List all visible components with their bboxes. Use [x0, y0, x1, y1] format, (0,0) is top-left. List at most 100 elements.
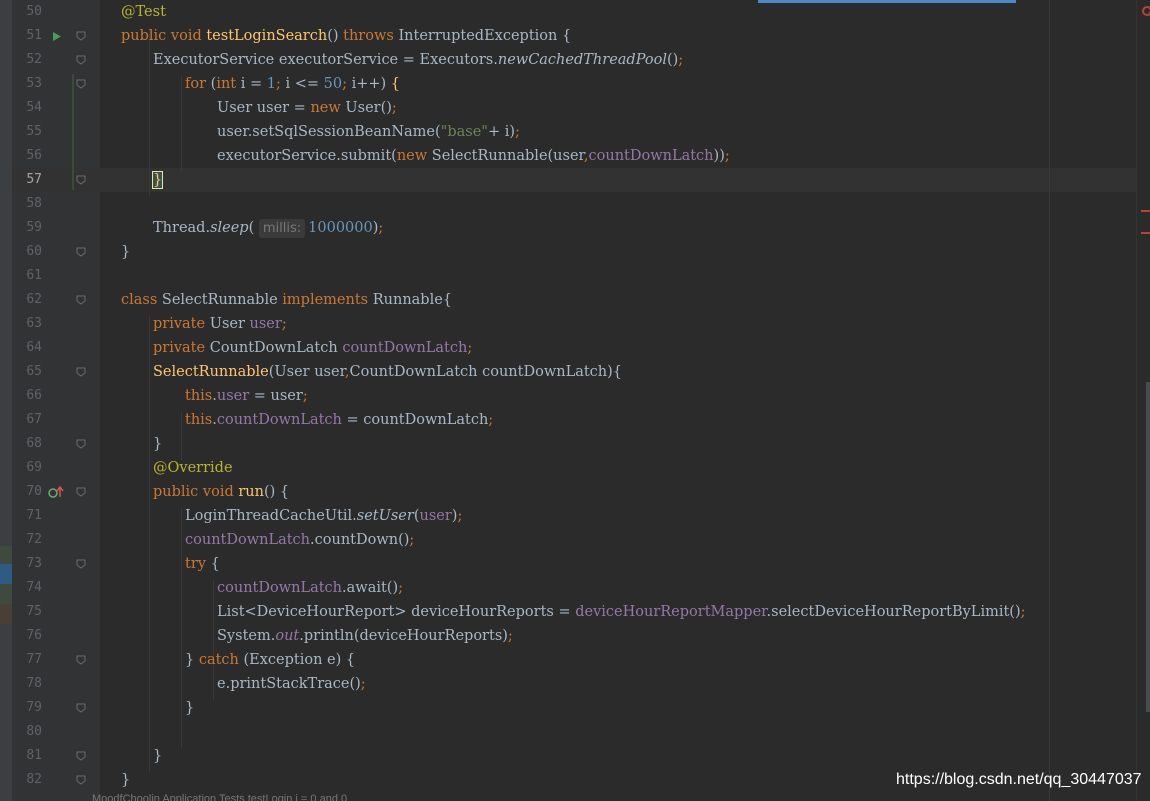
- code-line[interactable]: for (int i = 1; i <= 50; i++) {: [185, 72, 400, 96]
- code-line[interactable]: }: [185, 696, 194, 720]
- code-line[interactable]: ExecutorService executorService = Execut…: [153, 48, 683, 72]
- line-number[interactable]: 54: [12, 96, 42, 120]
- fold-marker-icon[interactable]: [76, 31, 86, 41]
- code-token: implements: [282, 292, 373, 308]
- code-line[interactable]: }: [153, 744, 162, 768]
- fold-marker-icon[interactable]: [76, 775, 86, 785]
- line-number[interactable]: 70: [12, 480, 42, 504]
- code-token: System.: [217, 628, 276, 644]
- vcs-change-marker[interactable]: [72, 74, 74, 190]
- code-line[interactable]: e.printStackTrace();: [217, 672, 366, 696]
- line-number[interactable]: 74: [12, 576, 42, 600]
- code-line[interactable]: }: [121, 240, 130, 264]
- fold-marker-icon[interactable]: [76, 703, 86, 713]
- code-token: ;: [507, 628, 513, 644]
- line-number[interactable]: 61: [12, 264, 42, 288]
- line-number[interactable]: 51: [12, 24, 42, 48]
- code-line[interactable]: @Test: [121, 0, 166, 24]
- line-number[interactable]: 67: [12, 408, 42, 432]
- line-number[interactable]: 52: [12, 48, 42, 72]
- line-number[interactable]: 56: [12, 144, 42, 168]
- code-token: int: [216, 76, 241, 92]
- line-number[interactable]: 72: [12, 528, 42, 552]
- fold-marker-icon[interactable]: [76, 559, 86, 569]
- line-number[interactable]: 78: [12, 672, 42, 696]
- fold-marker-icon[interactable]: [76, 247, 86, 257]
- line-number[interactable]: 50: [12, 0, 42, 24]
- code-line[interactable]: user.setSqlSessionBeanName("base"+ i);: [217, 120, 520, 144]
- code-line[interactable]: this.user = user;: [185, 384, 308, 408]
- line-number[interactable]: 68: [12, 432, 42, 456]
- line-number[interactable]: 82: [12, 768, 42, 792]
- code-line[interactable]: List<DeviceHourReport> deviceHourReports…: [217, 600, 1026, 624]
- line-number[interactable]: 57: [12, 168, 42, 192]
- project-panel-edge[interactable]: [0, 0, 12, 801]
- line-number[interactable]: 65: [12, 360, 42, 384]
- line-number[interactable]: 80: [12, 720, 42, 744]
- code-line[interactable]: class SelectRunnable implements Runnable…: [121, 288, 452, 312]
- line-number[interactable]: 53: [12, 72, 42, 96]
- line-number[interactable]: 69: [12, 456, 42, 480]
- code-line[interactable]: private User user;: [153, 312, 287, 336]
- run-test-icon[interactable]: [52, 30, 62, 46]
- fold-marker-icon[interactable]: [76, 175, 86, 185]
- line-number[interactable]: 59: [12, 216, 42, 240]
- line-number[interactable]: 77: [12, 648, 42, 672]
- code-token: (Exception e) {: [243, 652, 356, 668]
- project-tree-row-selected[interactable]: [0, 564, 12, 584]
- line-number[interactable]: 58: [12, 192, 42, 216]
- line-number[interactable]: 64: [12, 336, 42, 360]
- line-number[interactable]: 66: [12, 384, 42, 408]
- fold-marker-icon[interactable]: [76, 55, 86, 65]
- line-number[interactable]: 71: [12, 504, 42, 528]
- code-token: User user =: [217, 100, 311, 116]
- code-line[interactable]: public void run() {: [153, 480, 289, 504]
- line-number[interactable]: 81: [12, 744, 42, 768]
- code-token: Thread.: [153, 220, 211, 236]
- line-number[interactable]: 76: [12, 624, 42, 648]
- code-line[interactable]: countDownLatch.countDown();: [185, 528, 414, 552]
- error-stripe-marker[interactable]: [1141, 232, 1150, 234]
- fold-marker-icon[interactable]: [76, 751, 86, 761]
- code-line[interactable]: try {: [185, 552, 220, 576]
- project-tree-row[interactable]: [0, 604, 12, 624]
- implements-method-icon[interactable]: [48, 485, 64, 503]
- code-token: ;: [1020, 604, 1026, 620]
- line-number[interactable]: 60: [12, 240, 42, 264]
- code-line[interactable]: @Override: [153, 456, 233, 480]
- code-line[interactable]: SelectRunnable(User user,CountDownLatch …: [153, 360, 622, 384]
- code-line[interactable]: } catch (Exception e) {: [185, 648, 355, 672]
- line-number[interactable]: 75: [12, 600, 42, 624]
- line-number[interactable]: 55: [12, 120, 42, 144]
- code-line[interactable]: }: [151, 168, 164, 192]
- code-token: out: [275, 628, 300, 644]
- line-number[interactable]: 62: [12, 288, 42, 312]
- fold-marker-icon[interactable]: [76, 295, 86, 305]
- code-line[interactable]: executorService.submit(new SelectRunnabl…: [217, 144, 730, 168]
- code-line[interactable]: System.out.println(deviceHourReports);: [217, 624, 513, 648]
- fold-marker-icon[interactable]: [76, 487, 86, 497]
- error-indicator-icon[interactable]: [1142, 6, 1150, 16]
- code-token: ;: [391, 100, 397, 116]
- fold-marker-icon[interactable]: [76, 655, 86, 665]
- code-line[interactable]: }: [153, 432, 162, 456]
- code-token: SelectRunnable(user: [431, 148, 584, 164]
- code-line[interactable]: public void testLoginSearch() throws Int…: [121, 24, 571, 48]
- project-tree-row[interactable]: [0, 584, 12, 604]
- code-line[interactable]: User user = new User();: [217, 96, 397, 120]
- code-line[interactable]: countDownLatch.await();: [217, 576, 403, 600]
- code-line[interactable]: }: [121, 768, 130, 792]
- code-line[interactable]: private CountDownLatch countDownLatch;: [153, 336, 472, 360]
- fold-marker-icon[interactable]: [76, 439, 86, 449]
- project-tree-row[interactable]: [0, 546, 12, 564]
- code-line[interactable]: LoginThreadCacheUtil.setUser(user);: [185, 504, 462, 528]
- fold-marker-icon[interactable]: [76, 79, 86, 89]
- code-line[interactable]: this.countDownLatch = countDownLatch;: [185, 408, 493, 432]
- scrollbar-thumb[interactable]: [1146, 382, 1150, 712]
- line-number[interactable]: 63: [12, 312, 42, 336]
- code-line[interactable]: Thread.sleep( millis: 1000000);: [153, 216, 383, 240]
- error-stripe-marker[interactable]: [1141, 210, 1150, 212]
- line-number[interactable]: 79: [12, 696, 42, 720]
- fold-marker-icon[interactable]: [76, 367, 86, 377]
- line-number[interactable]: 73: [12, 552, 42, 576]
